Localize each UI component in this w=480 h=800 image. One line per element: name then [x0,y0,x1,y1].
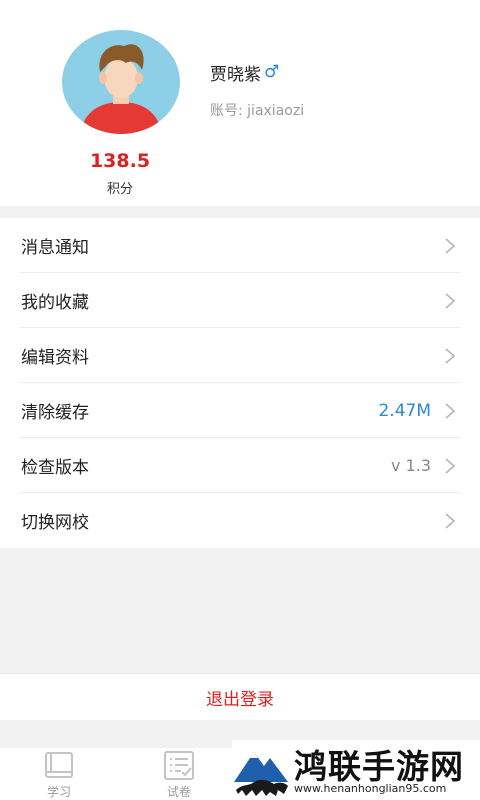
menu-item-label: 编辑资料 [21,348,89,368]
profile-header: 138.5 积分 贾晓紫 ♂ 账号: jiaxiaozi [0,0,480,206]
logout-label: 退出登录 [206,689,274,710]
account-id: 账号: jiaxiaozi [210,103,305,119]
menu-item-label: 切换网校 [21,513,89,533]
user-name-row: 贾晓紫 ♂ [210,60,280,86]
menu-item-clear-cache[interactable]: 清除缓存 2.47M [0,383,480,438]
watermark-overlay: 鸿联手游网 www.henanhonglian95.com [232,740,480,800]
tab-exam[interactable]: 试卷 [149,748,209,800]
menu-item-switch-school[interactable]: 切换网校 [0,493,480,548]
points-value: 138.5 [89,150,151,172]
male-gender-icon: ♂ [264,62,280,82]
avatar[interactable] [62,30,180,134]
watermark-text: 鸿联手游网 [294,747,464,786]
user-name: 贾晓紫 [210,65,261,85]
chevron-right-icon [445,403,456,419]
logout-button[interactable]: 退出登录 [0,673,480,720]
tab-label: 试卷 [166,785,191,799]
tab-study[interactable]: 学习 [29,748,89,800]
menu-item-label: 消息通知 [21,238,89,258]
menu-item-favorites[interactable]: 我的收藏 [0,273,480,328]
watermark-url: www.henanhonglian95.com [294,782,447,795]
menu-item-label: 检查版本 [21,458,89,478]
book-icon [45,752,73,778]
menu-item-edit-profile[interactable]: 编辑资料 [0,328,480,383]
menu-item-check-version[interactable]: 检查版本 v 1.3 [0,438,480,493]
chevron-right-icon [445,348,456,364]
menu-item-label: 清除缓存 [21,403,89,423]
chevron-right-icon [445,293,456,309]
chevron-right-icon [445,238,456,254]
settings-menu: 消息通知 我的收藏 编辑资料 清除缓存 2.47M 检查版本 v 1.3 切换网… [0,218,480,548]
chevron-right-icon [445,513,456,529]
watermark-logo-icon [232,742,290,798]
chevron-right-icon [445,458,456,474]
menu-item-notifications[interactable]: 消息通知 [0,218,480,273]
tab-label: 学习 [46,785,71,799]
cache-size-value: 2.47M [378,400,431,421]
menu-item-label: 我的收藏 [21,293,89,313]
points-label: 积分 [106,182,133,197]
checklist-icon [164,751,194,780]
version-value: v 1.3 [391,456,431,475]
